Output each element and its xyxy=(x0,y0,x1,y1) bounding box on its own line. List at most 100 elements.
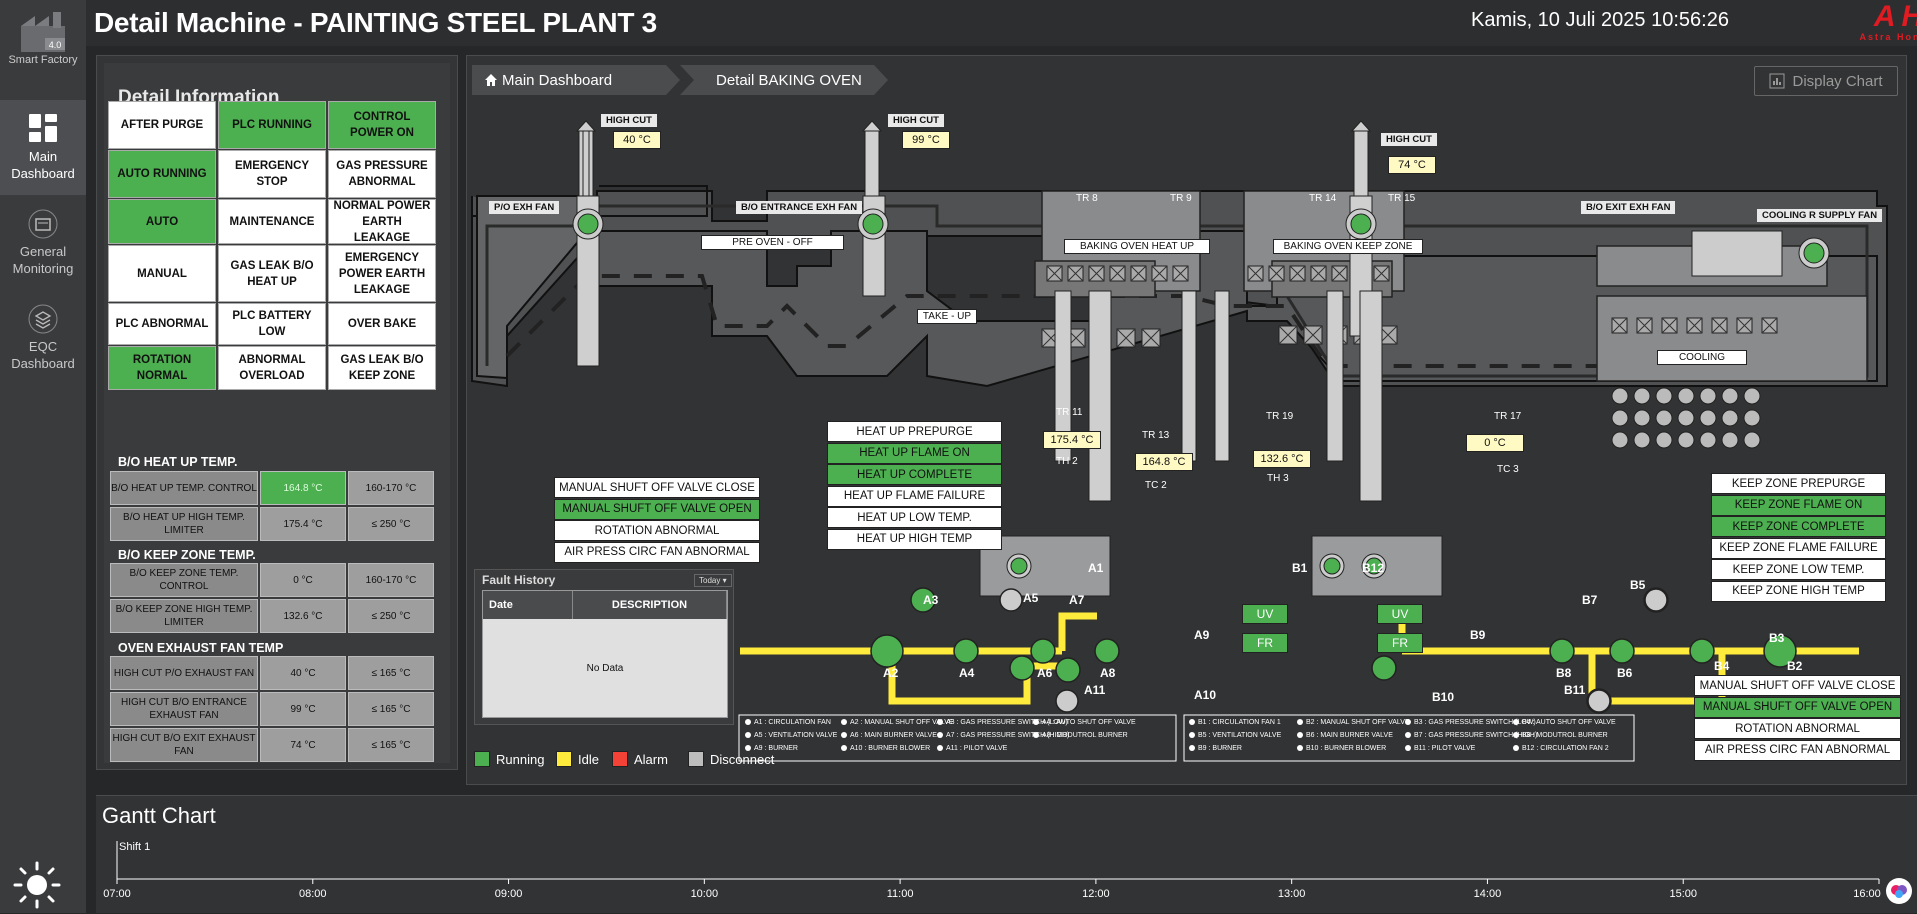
factory-icon: 4.0 xyxy=(21,12,65,52)
brand-sub: Astra Honda Motor xyxy=(1859,32,1917,42)
sidebar-item-eqc-dashboard[interactable]: EQC Dashboard xyxy=(0,300,86,380)
gantt-tick-label: 10:00 xyxy=(691,888,719,900)
signal-indicator: HEAT UP COMPLETE xyxy=(827,464,1002,485)
cooling-nozzle xyxy=(1699,387,1717,405)
high-cut-label: HIGH CUT xyxy=(1381,133,1437,146)
valve-label-a9: A9 xyxy=(1194,628,1210,642)
valve-icon xyxy=(870,634,904,668)
gantt-axis: 07:00 08:00 09:00 10:00 11:00 12:00 13:00 14:00… xyxy=(103,841,1881,900)
section-title: OVEN EXHAUST FAN TEMP xyxy=(118,641,284,655)
tc3-label: TC 3 xyxy=(1497,464,1519,475)
sidebar-item-label: EQC Dashboard xyxy=(11,339,75,371)
uv-indicator: UV xyxy=(1377,604,1423,624)
temp-label-cell: HIGH CUT B/O ENTRANCE EXHAUST FAN xyxy=(110,692,258,726)
sidebar-item-main-dashboard[interactable]: Main Dashboard xyxy=(0,100,86,195)
signal-indicator: MANUAL SHUFT OFF VALVE OPEN xyxy=(554,498,760,520)
status-cell: EMERGENCY STOP xyxy=(218,150,326,198)
status-cell: GAS LEAK B/O HEAT UP xyxy=(218,245,326,302)
temp-limit-cell: 160-170 °C xyxy=(348,563,434,597)
cooling-nozzle xyxy=(1633,431,1651,449)
valve-label-a3: A3 xyxy=(923,593,939,607)
fault-history-panel: Fault History Today ▾ Date DESCRIPTION N… xyxy=(474,569,734,725)
signal-indicator: AIR PRESS CIRC FAN ABNORMAL xyxy=(1694,739,1901,761)
legend-entry: B9 : BURNER xyxy=(1189,745,1242,752)
status-cell: GAS LEAK B/O KEEP ZONE xyxy=(328,346,436,390)
signal-indicator: MANUAL SHUFT OFF VALVE CLOSE xyxy=(554,477,760,498)
valve-label-a11: A11 xyxy=(1084,683,1106,697)
status-cell: MAINTENANCE xyxy=(218,199,326,244)
bullet-icon xyxy=(937,732,943,739)
legend-entry: B10 : BURNER BLOWER xyxy=(1297,745,1386,752)
header: Detail Machine - PAINTING STEEL PLANT 3 … xyxy=(86,0,1917,46)
cooling-nozzle xyxy=(1677,431,1695,449)
valve-icon xyxy=(1094,638,1120,664)
gantt-tick-label: 12:00 xyxy=(1082,888,1110,900)
status-cell: ABNORMAL OVERLOAD xyxy=(218,346,326,390)
signal-indicator: KEEP ZONE COMPLETE xyxy=(1711,516,1886,537)
temp-value-cell: 132.6 °C xyxy=(260,599,346,633)
ahm-logo: AHM Astra Honda Motor xyxy=(1847,2,1917,43)
valve-label-a7: A7 xyxy=(1069,593,1085,607)
cooling-nozzle xyxy=(1633,387,1651,405)
tr8-label: TR 8 xyxy=(1076,193,1098,204)
bo-exit-label: B/O EXIT EXH FAN xyxy=(1581,201,1676,214)
pilot-valve-icon xyxy=(999,588,1023,612)
tr17-temp: 0 °C xyxy=(1466,434,1524,452)
gantt-tick-label: 11:00 xyxy=(887,888,914,900)
temp-label-cell: B/O HEAT UP HIGH TEMP. LIMITER xyxy=(110,507,258,541)
date-filter-dropdown[interactable]: Today ▾ xyxy=(694,574,732,587)
tr13-label: TR 13 xyxy=(1142,430,1170,441)
signal-indicator: HEAT UP PREPURGE xyxy=(827,421,1002,442)
valve-label-b2: B2 xyxy=(1787,659,1803,673)
temp-limit-cell: ≤ 165 °C xyxy=(348,728,434,762)
cooling-nozzle xyxy=(1611,387,1629,405)
valve-label-b8: B8 xyxy=(1556,666,1572,680)
valve-label-b9: B9 xyxy=(1470,628,1486,642)
tr9-label: TR 9 xyxy=(1170,193,1192,204)
signal-indicator: HEAT UP FLAME FAILURE xyxy=(827,485,1002,507)
valve-icon xyxy=(1549,638,1575,664)
status-cell: OVER BAKE xyxy=(328,303,436,345)
bullet-icon xyxy=(937,719,943,726)
take-up-label: TAKE - UP xyxy=(917,309,977,324)
signal-indicator: KEEP ZONE PREPURGE xyxy=(1711,473,1886,494)
brain-icon[interactable] xyxy=(1886,878,1912,904)
legend-entry: A11 : PILOT VALVE xyxy=(937,745,1007,752)
sidebar-item-label: Main Dashboard xyxy=(11,149,75,181)
status-legend-item: Alarm xyxy=(612,751,668,767)
bullet-icon xyxy=(745,732,751,739)
valve-label-b11: B11 xyxy=(1564,683,1586,697)
smart-factory-logo[interactable]: 4.0 Smart Factory xyxy=(0,8,86,66)
gantt-tick-label: 08:00 xyxy=(299,888,327,900)
bullet-icon xyxy=(1033,719,1039,726)
status-legend-item: Running xyxy=(474,751,544,767)
fr-indicator: FR xyxy=(1377,633,1423,653)
section-title: B/O HEAT UP TEMP. xyxy=(118,455,238,469)
bullet-icon xyxy=(1405,745,1411,752)
cooling-nozzle xyxy=(1699,409,1717,427)
signal-indicator: HEAT UP LOW TEMP. xyxy=(827,507,1002,528)
sun-icon[interactable] xyxy=(12,860,62,910)
valve-label-b7: B7 xyxy=(1582,593,1598,607)
temp-value-cell: 40 °C xyxy=(260,656,346,690)
temp-label-cell: HIGH CUT P/O EXHAUST FAN xyxy=(110,656,258,690)
sidebar-item-general-monitoring[interactable]: General Monitoring xyxy=(0,205,86,285)
valve-label-b3: B3 xyxy=(1769,631,1785,645)
heat-up-label: BAKING OVEN HEAT UP xyxy=(1064,239,1210,254)
tc2-label: TC 2 xyxy=(1145,480,1167,491)
high-cut-label: HIGH CUT xyxy=(601,114,657,127)
signal-indicator: KEEP ZONE LOW TEMP. xyxy=(1711,559,1886,580)
legend-entry: A4 : AUTO SHUT OFF VALVE xyxy=(1033,719,1136,726)
cooling-nozzle xyxy=(1655,431,1673,449)
signal-indicator: KEEP ZONE HIGH TEMP xyxy=(1711,580,1886,602)
bullet-icon xyxy=(1189,732,1195,739)
valve-label-b12: B12 xyxy=(1362,561,1385,575)
pilot-valve-icon xyxy=(1055,689,1079,713)
temp-limit-cell: ≤ 250 °C xyxy=(348,507,434,541)
valve-label-a10: A10 xyxy=(1194,688,1217,702)
status-cell: PLC ABNORMAL xyxy=(108,303,216,345)
tr14-label: TR 14 xyxy=(1309,193,1337,204)
valve-icon xyxy=(1689,638,1715,664)
bullet-icon xyxy=(1297,732,1303,739)
legend-entry: B5 : VENTILATION VALVE xyxy=(1189,732,1281,739)
